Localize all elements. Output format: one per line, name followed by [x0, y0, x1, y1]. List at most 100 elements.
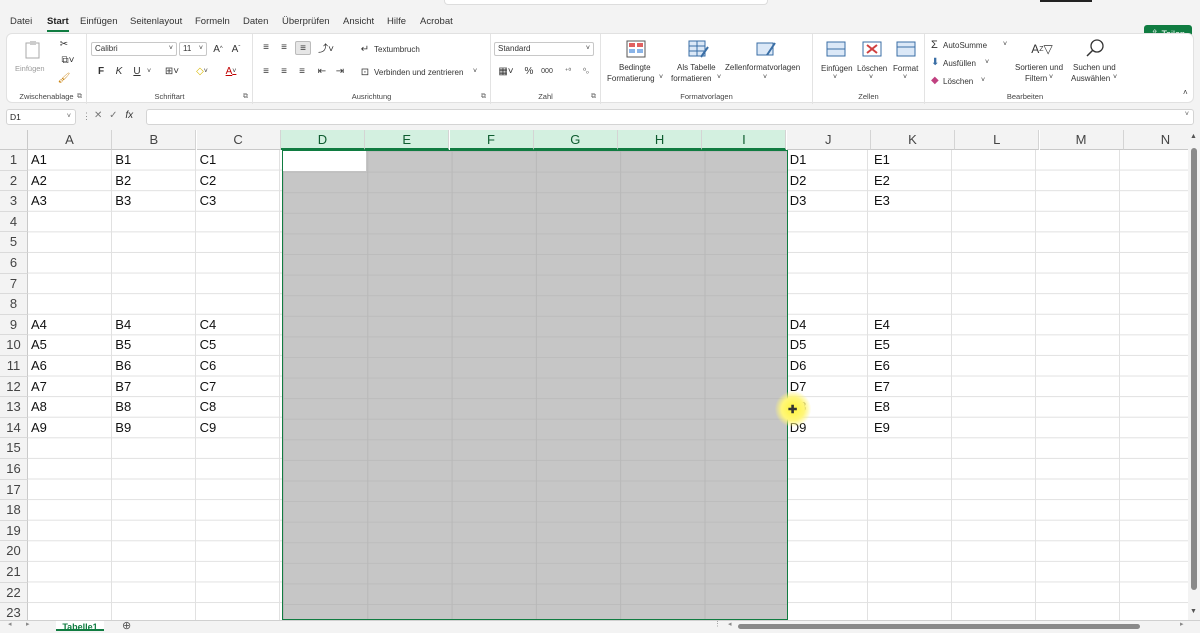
decrease-decimal-icon[interactable]: ⁰₀: [579, 65, 593, 77]
function-icon[interactable]: fx: [125, 110, 133, 121]
fill-dropdown-icon[interactable]: ˅: [985, 59, 989, 66]
sort-filter-dropdown-icon[interactable]: ˅: [1049, 74, 1053, 81]
row-header-9[interactable]: 9: [0, 314, 28, 336]
confirm-icon[interactable]: ✓: [109, 110, 117, 121]
align-center-icon[interactable]: ≡: [277, 65, 291, 77]
number-format-select[interactable]: Standard ˅: [494, 42, 594, 56]
bold-button[interactable]: F: [95, 65, 107, 77]
selected-range[interactable]: [282, 150, 788, 620]
wrap-text-button[interactable]: Textumbruch: [374, 45, 420, 54]
underline-button[interactable]: U: [131, 65, 143, 77]
cell-k14[interactable]: E9: [871, 418, 890, 438]
align-left-icon[interactable]: ≡: [259, 65, 273, 77]
cell-c2[interactable]: C2: [197, 171, 217, 191]
cell-styles-button[interactable]: Zellenformatvorlagen: [725, 63, 800, 72]
cell-b1[interactable]: B1: [112, 150, 131, 170]
tab-daten[interactable]: Daten: [243, 16, 268, 27]
cell-b10[interactable]: B5: [112, 335, 131, 355]
cell-b2[interactable]: B2: [112, 171, 131, 191]
cell-a12[interactable]: A7: [28, 377, 47, 397]
row-header-21[interactable]: 21: [0, 562, 28, 583]
find-select-dropdown-icon[interactable]: ˅: [1113, 74, 1117, 81]
row-header-12[interactable]: 12: [0, 376, 28, 398]
align-top-icon[interactable]: ≡: [259, 41, 273, 53]
row-header-23[interactable]: 23: [0, 603, 28, 620]
merge-center-button[interactable]: Verbinden und zentrieren: [374, 68, 463, 77]
row-header-20[interactable]: 20: [0, 541, 28, 562]
conditional-format-button[interactable]: Bedingte: [619, 63, 651, 72]
row-header-22[interactable]: 22: [0, 582, 28, 604]
row-header-3[interactable]: 3: [0, 191, 28, 212]
tab-hilfe[interactable]: Hilfe: [387, 16, 406, 27]
cell-j10[interactable]: D5: [787, 335, 807, 355]
cell-a11[interactable]: A6: [28, 356, 47, 376]
eraser-icon[interactable]: ◆: [931, 75, 939, 86]
currency-icon[interactable]: ▦˅: [495, 65, 517, 77]
copy-icon[interactable]: ⧉˅: [57, 54, 79, 66]
cell-a1[interactable]: A1: [28, 150, 47, 170]
row-header-4[interactable]: 4: [0, 211, 28, 233]
name-box[interactable]: D1 ˅: [6, 109, 76, 125]
vertical-scroll-thumb[interactable]: [1191, 148, 1197, 590]
insert-cells-button[interactable]: Einfügen: [821, 64, 853, 73]
number-launcher-icon[interactable]: ⧉: [591, 93, 596, 101]
increase-decimal-icon[interactable]: ⁺⁰: [561, 65, 575, 77]
orientation-icon[interactable]: ⤴˅: [315, 41, 337, 55]
scroll-left-icon[interactable]: ◂: [728, 620, 732, 628]
collapse-ribbon-icon[interactable]: ˄: [1183, 88, 1188, 97]
clear-dropdown-icon[interactable]: ˅: [981, 77, 985, 84]
row-header-1[interactable]: 1: [0, 150, 28, 171]
cell-k9[interactable]: E4: [871, 315, 890, 335]
row-header-10[interactable]: 10: [0, 335, 28, 356]
fill-color-icon[interactable]: ◇ ˅: [191, 65, 213, 77]
cell-j11[interactable]: D6: [787, 356, 807, 376]
cell-k1[interactable]: E1: [871, 150, 890, 170]
cell-k13[interactable]: E8: [871, 397, 890, 417]
clear-button[interactable]: Löschen: [943, 77, 973, 86]
conditional-format-dropdown-icon[interactable]: ˅: [659, 74, 663, 81]
wrap-icon[interactable]: ↵: [359, 43, 371, 55]
row-header-16[interactable]: 16: [0, 459, 28, 480]
tab-datei[interactable]: Datei: [10, 16, 32, 27]
cell-a10[interactable]: A5: [28, 335, 47, 355]
fill-down-icon[interactable]: ⬇: [931, 57, 939, 68]
cell-b9[interactable]: B4: [112, 315, 131, 335]
vertical-scrollbar[interactable]: ▲ ▼: [1188, 130, 1200, 620]
cell-c14[interactable]: C9: [197, 418, 217, 438]
cell-c10[interactable]: C5: [197, 335, 217, 355]
autosum-dropdown-icon[interactable]: ˅: [1003, 41, 1007, 48]
format-cells-button[interactable]: Format: [893, 64, 918, 73]
search-box[interactable]: [444, 0, 768, 5]
column-header-d[interactable]: D: [280, 130, 365, 150]
merge-icon[interactable]: ⊡: [359, 66, 371, 78]
cell-a3[interactable]: A3: [28, 191, 47, 211]
cell-k3[interactable]: E3: [871, 191, 890, 211]
cell-b13[interactable]: B8: [112, 397, 131, 417]
thousands-icon[interactable]: 000: [539, 65, 555, 77]
decrease-font-icon[interactable]: Aˇ: [229, 43, 243, 55]
find-select-button[interactable]: Suchen und: [1073, 63, 1116, 72]
cell-a2[interactable]: A2: [28, 171, 47, 191]
sum-icon[interactable]: Σ: [931, 39, 938, 51]
cell-j9[interactable]: D4: [787, 315, 807, 335]
paste-button[interactable]: Einfügen: [15, 64, 45, 73]
column-header-g[interactable]: G: [533, 130, 618, 150]
decrease-indent-icon[interactable]: ⇤: [315, 65, 329, 77]
select-all-corner[interactable]: [0, 130, 28, 150]
font-color-icon[interactable]: A ˅: [219, 65, 243, 77]
delete-cells-button[interactable]: Löschen: [857, 64, 887, 73]
fill-button[interactable]: Ausfüllen: [943, 59, 976, 68]
underline-dropdown-icon[interactable]: ˅: [145, 65, 153, 77]
account-area[interactable]: [1040, 0, 1092, 2]
row-header-17[interactable]: 17: [0, 479, 28, 501]
prev-sheet-icon[interactable]: ◂: [8, 620, 12, 628]
percent-icon[interactable]: %: [523, 65, 535, 77]
row-header-8[interactable]: 8: [0, 294, 28, 315]
column-header-i[interactable]: I: [702, 130, 787, 150]
sort-filter-icon[interactable]: A Z ▽: [1029, 39, 1055, 59]
column-header-c[interactable]: C: [196, 130, 281, 150]
column-header-b[interactable]: B: [112, 130, 197, 150]
increase-indent-icon[interactable]: ⇥: [333, 65, 347, 77]
font-launcher-icon[interactable]: ⧉: [243, 93, 248, 101]
column-header-m[interactable]: M: [1039, 130, 1124, 150]
